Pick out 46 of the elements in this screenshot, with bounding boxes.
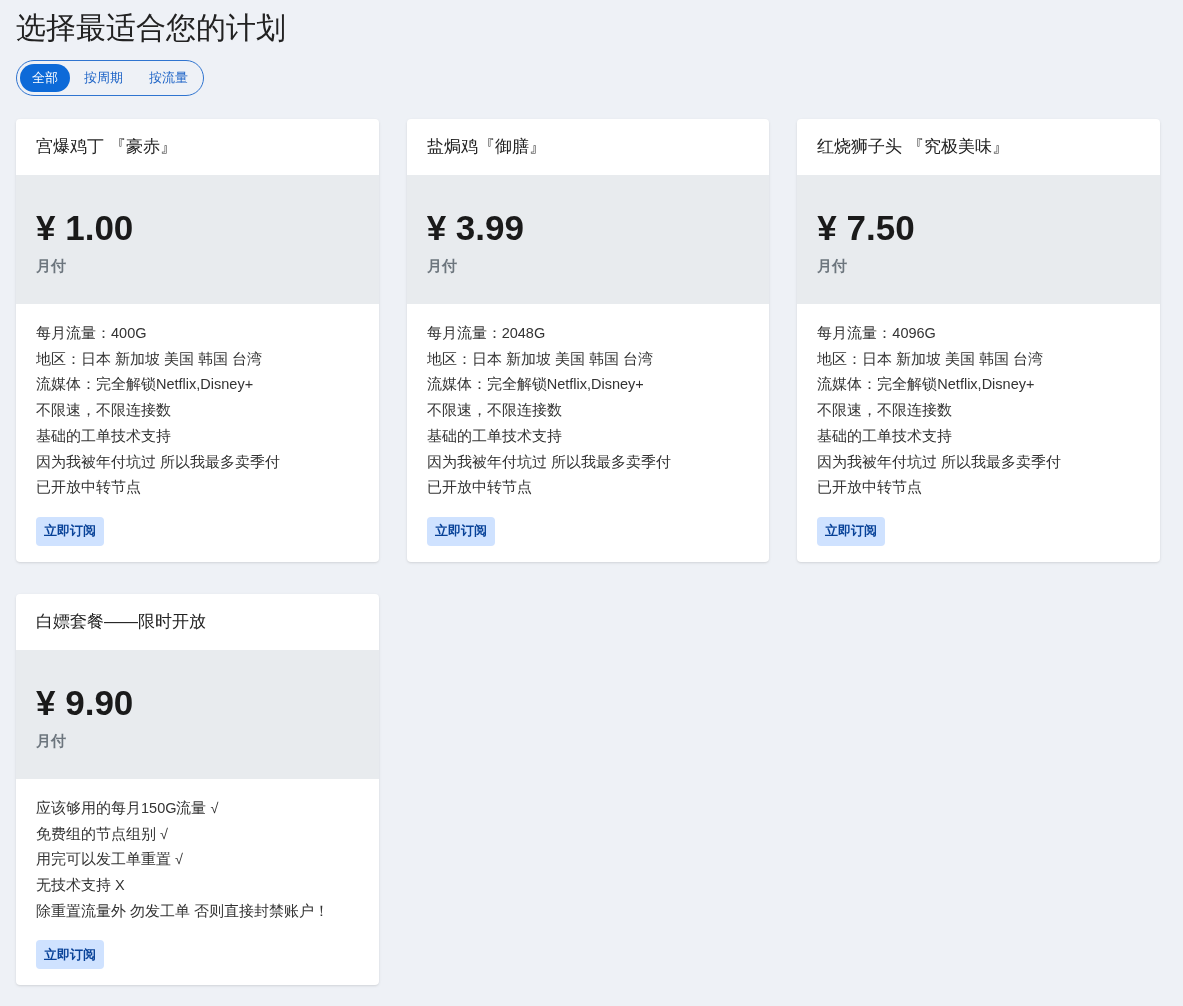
feature-line: 已开放中转节点 <box>36 478 141 498</box>
feature-line: 流媒体：完全解锁Netflix,Disney+ <box>817 375 1035 395</box>
feature-line: 应该够用的每月150G流量 √ <box>36 798 219 818</box>
filter-tab[interactable]: 按流量 <box>137 64 200 92</box>
feature-line: 基础的工单技术支持 <box>36 426 171 446</box>
subscribe-button[interactable]: 立即订阅 <box>817 516 886 546</box>
feature-line: 因为我被年付坑过 所以我最多卖季付 <box>426 452 671 472</box>
feature-line: 不限速，不限连接数 <box>36 401 171 421</box>
plan-name: 盐焗鸡『御膳』 <box>425 136 547 159</box>
subscribe-button[interactable]: 立即订阅 <box>426 516 495 546</box>
price: ¥ 3.99 <box>426 207 524 249</box>
feature-line: 无技术支持 X <box>36 876 125 896</box>
feature-line: 地区：日本 新加坡 美国 韩国 台湾 <box>36 349 263 369</box>
plan-name: 白嫖套餐——限时开放 <box>35 611 207 634</box>
subscribe-button[interactable]: 立即订阅 <box>36 940 104 970</box>
feature-line: 每月流量：2048G <box>426 324 546 343</box>
feature-line: 免费组的节点组别 √ <box>36 824 168 844</box>
feature-line: 除重置流量外 勿发工单 否则直接封禁账户！ <box>36 901 330 921</box>
feature-line: 基础的工单技术支持 <box>817 426 953 446</box>
page-title: 选择最适合您的计划 <box>16 10 287 46</box>
feature-line: 用完可以发工单重置 √ <box>36 850 183 870</box>
subscribe-button[interactable]: 立即订阅 <box>36 516 104 546</box>
billing-period: 月付 <box>426 256 457 276</box>
plan-name: 宫爆鸡丁 『豪赤』 <box>35 136 178 159</box>
price: ¥ 7.50 <box>817 207 915 249</box>
billing-period: 月付 <box>817 256 848 276</box>
feature-line: 不限速，不限连接数 <box>817 401 953 421</box>
feature-line: 基础的工单技术支持 <box>426 426 562 446</box>
feature-line: 因为我被年付坑过 所以我最多卖季付 <box>36 452 281 472</box>
feature-line: 流媒体：完全解锁Netflix,Disney+ <box>36 375 254 395</box>
feature-line: 不限速，不限连接数 <box>426 401 562 421</box>
billing-period: 月付 <box>36 730 66 751</box>
feature-line: 地区：日本 新加坡 美国 韩国 台湾 <box>817 349 1044 369</box>
filter-tab[interactable]: 按周期 <box>72 64 135 92</box>
plan-name: 红烧狮子头 『究极美味』 <box>816 136 1011 159</box>
filter-tab[interactable]: 全部 <box>20 64 70 92</box>
feature-line: 每月流量：400G <box>36 324 147 343</box>
feature-line: 已开放中转节点 <box>426 478 532 498</box>
feature-line: 因为我被年付坑过 所以我最多卖季付 <box>817 452 1062 472</box>
feature-line: 地区：日本 新加坡 美国 韩国 台湾 <box>426 349 653 369</box>
feature-line: 流媒体：完全解锁Netflix,Disney+ <box>426 375 644 395</box>
price: ¥ 1.00 <box>36 207 134 249</box>
feature-line: 每月流量：4096G <box>817 324 936 343</box>
billing-period: 月付 <box>36 256 66 276</box>
price: ¥ 9.90 <box>36 681 134 724</box>
feature-line: 已开放中转节点 <box>817 478 923 498</box>
